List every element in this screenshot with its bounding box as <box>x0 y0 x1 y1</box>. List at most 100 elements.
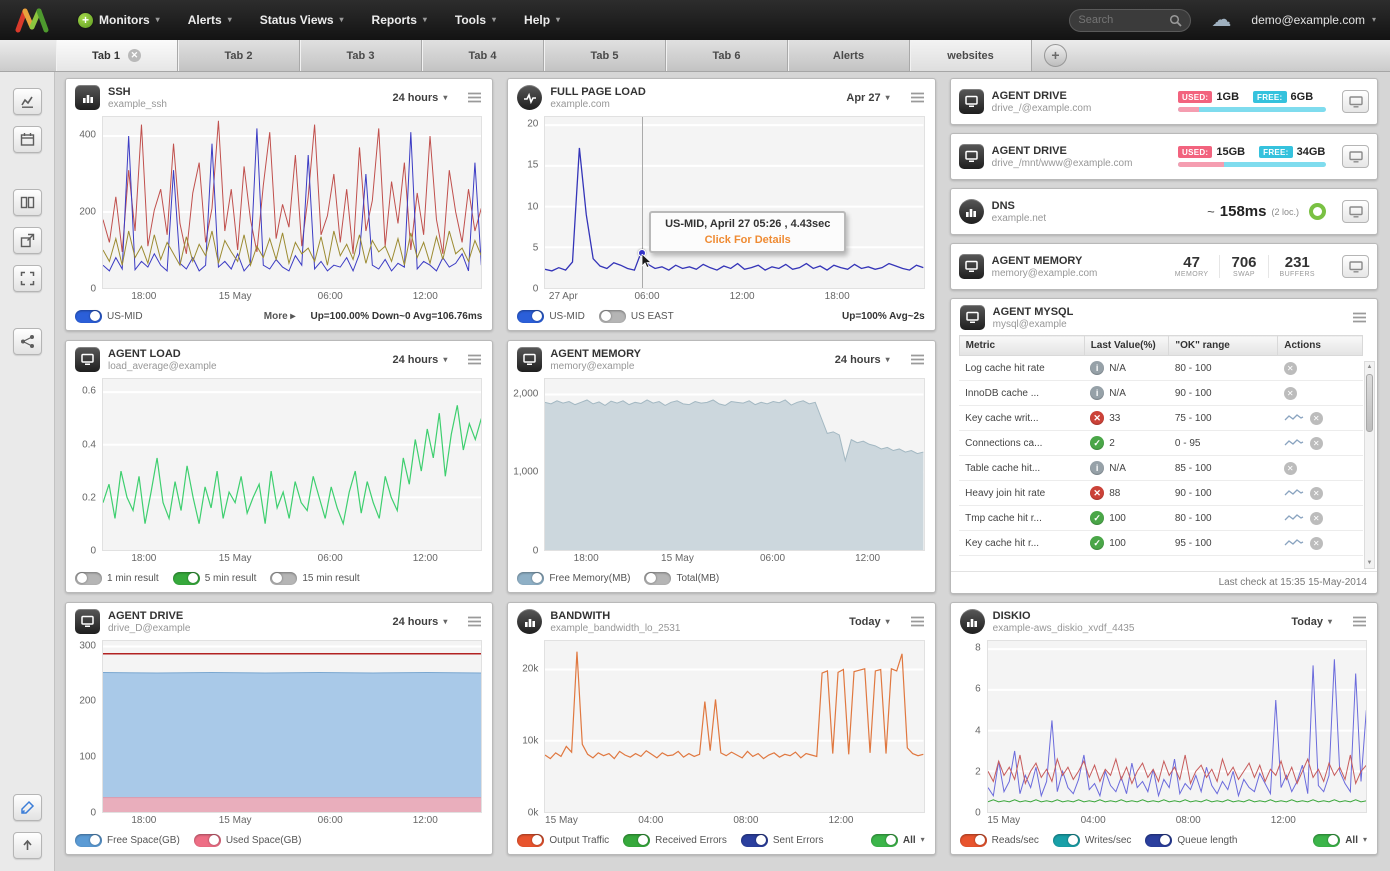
cloud-status-icon[interactable]: ☁ <box>1211 10 1231 30</box>
toggle-used-space-gb-[interactable] <box>193 833 221 847</box>
menu-status-views[interactable]: Status Views ▾ <box>260 13 344 27</box>
toggle-sent-errors[interactable] <box>740 833 768 847</box>
remove-metric-icon[interactable]: ✕ <box>1309 436 1323 450</box>
toggle-1-min-result[interactable] <box>75 571 102 585</box>
sparkline-icon[interactable] <box>1284 538 1304 548</box>
app-logo-icon[interactable] <box>14 7 52 34</box>
widget-menu-icon[interactable] <box>910 354 925 365</box>
widget-menu-icon[interactable] <box>910 92 925 103</box>
toggle-total-mb-[interactable] <box>644 571 672 585</box>
period-selector[interactable]: Apr 27 ▾ <box>846 92 889 104</box>
memory-chart-plot[interactable] <box>544 378 925 551</box>
tab-4[interactable]: Tab 4 <box>422 40 544 71</box>
period-selector[interactable]: 24 hours ▾ <box>835 354 890 366</box>
open-monitor-icon[interactable] <box>1342 255 1369 278</box>
widget-menu-icon[interactable] <box>910 616 925 627</box>
tab-3[interactable]: Tab 3 <box>300 40 422 71</box>
performance-chart-button[interactable] <box>12 88 42 115</box>
customize-theme-button[interactable] <box>12 794 42 821</box>
sparkline-icon[interactable] <box>1284 413 1304 423</box>
column-header-metric[interactable]: Metric <box>958 335 1085 356</box>
ssh-chart-plot[interactable] <box>102 116 483 289</box>
toggle-reads-sec[interactable] <box>959 833 987 847</box>
toggle-us-mid[interactable] <box>75 309 102 323</box>
period-selector[interactable]: 24 hours ▾ <box>392 92 447 104</box>
remove-metric-icon[interactable]: ✕ <box>1309 511 1323 525</box>
menu-tools[interactable]: Tools ▾ <box>455 13 496 27</box>
series-filter-all[interactable]: All ▾ <box>1313 833 1367 847</box>
open-monitor-icon[interactable] <box>1342 145 1369 168</box>
toggle-us-mid[interactable] <box>517 309 545 323</box>
drag-handle-dots[interactable]: .... <box>710 845 732 854</box>
layout-columns-button[interactable] <box>12 189 42 216</box>
drag-handle-dots[interactable]: .... <box>1153 845 1175 854</box>
drag-handle-dots[interactable]: .... <box>710 583 732 592</box>
scrollbar-thumb[interactable] <box>1366 374 1373 432</box>
scroll-down-icon[interactable]: ▼ <box>1367 558 1373 568</box>
tab-2[interactable]: Tab 2 <box>178 40 300 71</box>
widget-menu-icon[interactable] <box>1352 312 1367 323</box>
column-header-last-value[interactable]: Last Value(%) <box>1083 335 1170 356</box>
diskio-chart-plot[interactable] <box>986 640 1367 813</box>
period-selector[interactable]: Today ▾ <box>849 616 890 628</box>
column-header-actions[interactable]: Actions <box>1277 335 1363 356</box>
remove-metric-icon[interactable]: ✕ <box>1309 536 1323 550</box>
share-button[interactable] <box>12 328 42 355</box>
search-icon[interactable] <box>1169 14 1183 27</box>
period-selector[interactable]: 24 hours ▾ <box>392 354 447 366</box>
toggle-free-memory-mb-[interactable] <box>517 571 545 585</box>
toggle-received-errors[interactable] <box>623 833 651 847</box>
remove-metric-icon[interactable]: ✕ <box>1283 386 1297 400</box>
close-tab-icon[interactable]: ✕ <box>127 49 141 62</box>
tab-alerts[interactable]: Alerts <box>788 40 910 71</box>
add-monitor-icon[interactable]: + <box>78 12 93 28</box>
tooltip-details-link[interactable]: Click For Details <box>659 234 836 246</box>
menu-monitors[interactable]: + Monitors ▾ <box>78 12 160 28</box>
open-monitor-icon[interactable] <box>1342 90 1369 113</box>
tab-5[interactable]: Tab 5 <box>544 40 666 71</box>
sparkline-icon[interactable] <box>1284 488 1304 498</box>
add-tab-button[interactable]: + <box>1044 44 1067 67</box>
series-filter-all[interactable]: All ▾ <box>870 833 925 847</box>
remove-metric-icon[interactable]: ✕ <box>1283 361 1297 375</box>
remove-metric-icon[interactable]: ✕ <box>1309 486 1323 500</box>
load-chart-plot[interactable] <box>102 378 483 551</box>
drive-chart-plot[interactable] <box>102 640 483 813</box>
tab-websites[interactable]: websites <box>910 40 1032 71</box>
drag-handle-dots[interactable]: .... <box>268 583 290 592</box>
menu-alerts[interactable]: Alerts ▾ <box>188 13 232 27</box>
table-scrollbar[interactable]: ▲ ▼ <box>1364 361 1375 569</box>
fullscreen-button[interactable] <box>12 265 42 292</box>
tab-1[interactable]: Tab 1 ✕ <box>56 40 178 71</box>
period-selector[interactable]: Today ▾ <box>1291 616 1332 628</box>
remove-metric-icon[interactable]: ✕ <box>1283 461 1297 475</box>
toggle-5-min-result[interactable] <box>172 571 200 585</box>
sparkline-icon[interactable] <box>1284 438 1304 448</box>
all-toggle[interactable] <box>1313 833 1341 847</box>
remove-metric-icon[interactable]: ✕ <box>1309 411 1323 425</box>
widget-menu-icon[interactable] <box>467 92 482 103</box>
user-menu[interactable]: demo@example.com ▾ <box>1251 13 1376 27</box>
drag-handle-dots[interactable]: .... <box>268 845 290 854</box>
toggle-output-traffic[interactable] <box>517 833 545 847</box>
toggle-us-east[interactable] <box>598 309 626 323</box>
menu-reports[interactable]: Reports ▾ <box>372 13 427 27</box>
column-header-ok-range[interactable]: "OK" range <box>1168 335 1279 356</box>
widget-menu-icon[interactable] <box>1352 616 1367 627</box>
period-selector[interactable]: 24 hours ▾ <box>392 616 447 628</box>
menu-help[interactable]: Help ▾ <box>524 13 560 27</box>
widget-menu-icon[interactable] <box>467 354 482 365</box>
toggle-writes-sec[interactable] <box>1052 833 1080 847</box>
tab-6[interactable]: Tab 6 <box>666 40 788 71</box>
drag-handle-dots[interactable]: .... <box>268 321 290 330</box>
open-monitor-icon[interactable] <box>1342 200 1369 223</box>
collapse-panel-button[interactable] <box>12 832 42 859</box>
drag-handle-dots[interactable]: .... <box>710 321 732 330</box>
fullpage-chart-plot[interactable]: US-MID, April 27 05:26 , 4.43sec Click F… <box>544 116 925 289</box>
sparkline-icon[interactable] <box>1284 513 1304 523</box>
toggle-free-space-gb-[interactable] <box>75 833 102 847</box>
widget-menu-icon[interactable] <box>467 616 482 627</box>
bandwith-chart-plot[interactable] <box>544 640 925 813</box>
open-window-button[interactable] <box>12 227 42 254</box>
all-toggle[interactable] <box>870 833 898 847</box>
